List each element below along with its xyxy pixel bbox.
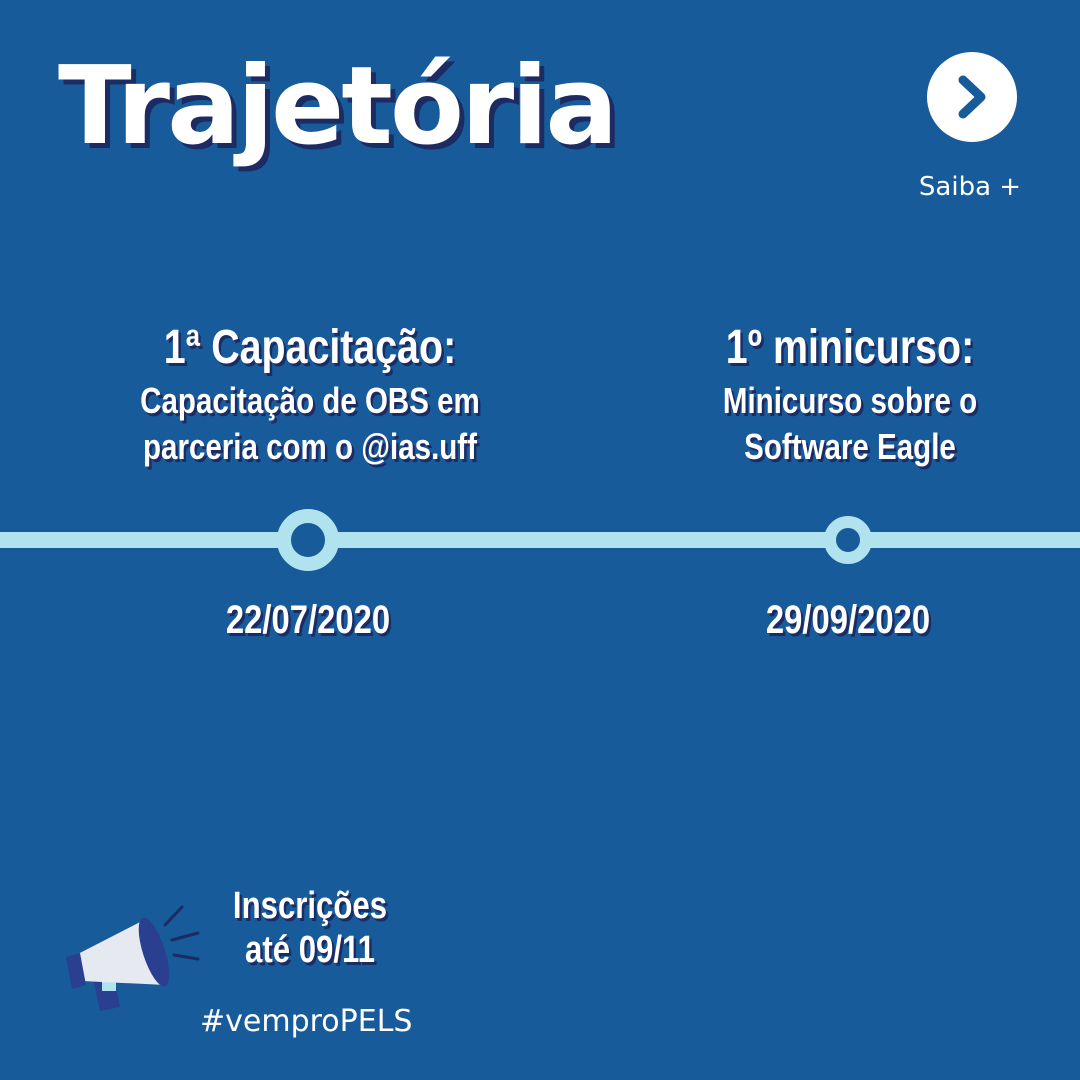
event-description-line: Minicurso sobre o bbox=[722, 380, 978, 421]
event-title: 1ª Capacitação: bbox=[163, 321, 457, 374]
event-title: 1º minicurso: bbox=[725, 321, 975, 374]
inscricoes-line: até 09/11 bbox=[245, 929, 375, 971]
next-button[interactable] bbox=[927, 52, 1017, 142]
timeline-event-1: 1ª Capacitação: Capacitação de OBS em pa… bbox=[130, 318, 491, 470]
inscricoes-line: Inscrições bbox=[232, 885, 388, 927]
timeline-node-1 bbox=[277, 509, 339, 571]
event-description-line: Software Eagle bbox=[744, 426, 956, 467]
event-date-2: 29/09/2020 bbox=[765, 598, 931, 642]
chevron-right-icon bbox=[958, 75, 986, 119]
event-date-1: 22/07/2020 bbox=[225, 598, 391, 642]
hashtag: #vemproPELS bbox=[200, 1004, 413, 1039]
saiba-mais-label[interactable]: Saiba + bbox=[900, 172, 1040, 202]
timeline-node-2 bbox=[824, 516, 872, 564]
inscricoes-notice: Inscrições até 09/11 bbox=[220, 884, 400, 972]
page-title: Trajetória bbox=[58, 44, 618, 169]
timeline-line bbox=[0, 532, 1080, 548]
event-description-line: Capacitação de OBS em bbox=[140, 380, 480, 421]
megaphone-icon bbox=[66, 905, 200, 1011]
event-description-line: parceria com o @ias.uff bbox=[143, 426, 477, 467]
timeline-event-2: 1º minicurso: Minicurso sobre o Software… bbox=[670, 318, 1031, 470]
